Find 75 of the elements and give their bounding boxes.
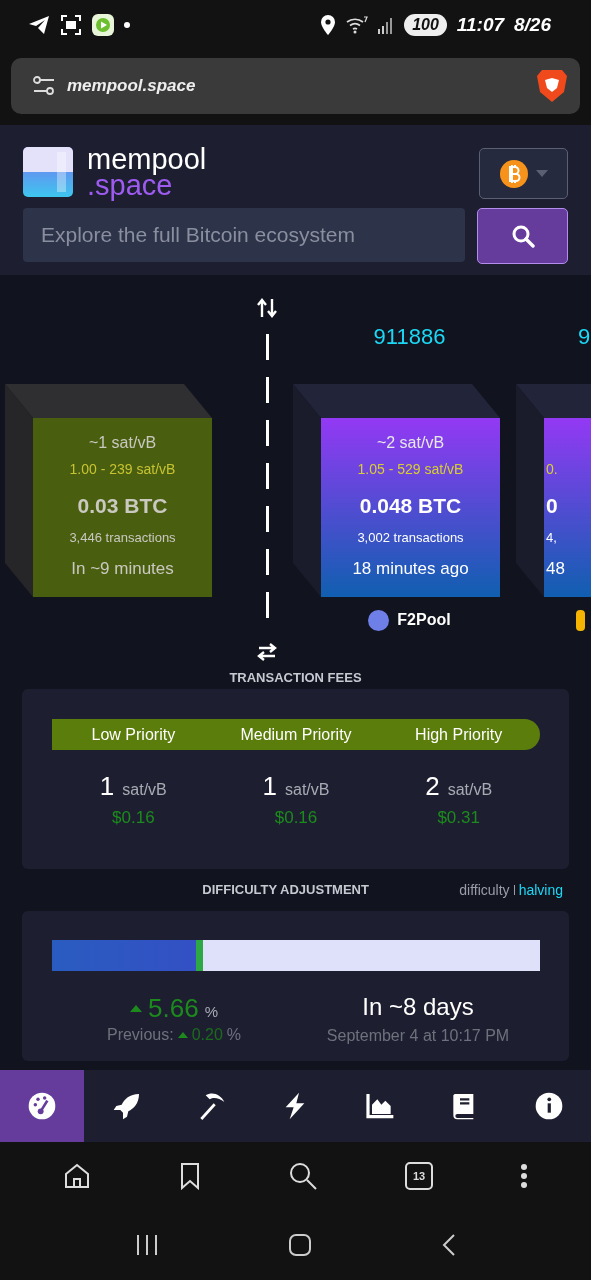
pool-name[interactable]: F2Pool <box>397 611 451 629</box>
recents-icon[interactable] <box>134 1233 159 1257</box>
adjustment-eta: In ~8 days <box>362 993 474 1021</box>
fee-rate: 2 <box>425 771 440 801</box>
fee-unit: sat/vB <box>122 781 167 798</box>
search-button[interactable] <box>477 208 568 264</box>
section-title: TRANSACTION FEES <box>228 670 363 687</box>
notification-dot <box>124 22 130 28</box>
fee-range: 1.05 - 529 sat/vB <box>357 461 464 479</box>
url-text: mempool.space <box>67 76 197 96</box>
priority-label: High Priority <box>414 725 504 744</box>
median-fee: ~1 sat/vB <box>88 434 157 453</box>
signal-icon <box>378 16 395 34</box>
block-time: 18 minutes ago <box>352 558 469 580</box>
block-face[interactable]: 0. 0 4, 48 <box>544 418 591 597</box>
block-amount: 0.03 BTC <box>77 493 168 519</box>
date: 8/26 <box>514 14 551 36</box>
block-face[interactable]: ~1 sat/vB 1.00 - 239 sat/vB 0.03 BTC 3,446 transactions In ~9 minutes <box>33 418 212 597</box>
play-app-icon <box>92 14 114 36</box>
fee-rate: 1 <box>99 771 115 801</box>
priority-label: Medium Priority <box>239 725 353 744</box>
fee-usd: $0.16 <box>274 808 318 828</box>
section-title: DIFFICULTY ADJUSTMENT <box>201 881 370 899</box>
search-icon[interactable] <box>288 1161 319 1191</box>
home-button-icon[interactable] <box>287 1233 312 1257</box>
difficulty-change: 5.66 <box>148 993 199 1024</box>
block-amount: 0.048 BTC <box>359 493 462 519</box>
back-icon[interactable] <box>440 1233 457 1257</box>
priority-label: Low Priority <box>90 725 177 744</box>
screenshot-icon <box>60 14 82 36</box>
block-face[interactable]: ~2 sat/vB 1.05 - 529 sat/vB 0.048 BTC 3,002 transactions 18 minutes ago <box>321 418 500 597</box>
block-time: In ~9 minutes <box>71 558 174 580</box>
block-height[interactable]: 9 <box>578 324 591 350</box>
fee-usd: $0.16 <box>112 808 155 828</box>
percent-sign: % <box>204 1003 218 1020</box>
sort-arrows-icon[interactable] <box>257 298 277 318</box>
caret-icon <box>535 170 548 177</box>
more-icon[interactable] <box>519 1163 528 1189</box>
fee-unit: sat/vB <box>285 781 330 798</box>
block-height[interactable]: 911886 <box>373 324 446 350</box>
address-bar[interactable]: mempool.space <box>11 58 580 114</box>
up-triangle-icon <box>177 1032 188 1038</box>
swap-arrows-icon[interactable] <box>257 642 277 662</box>
fee-unit: sat/vB <box>447 781 493 798</box>
transaction-count: 4, <box>546 529 557 547</box>
adjustment-date: September 4 at 10:17 PM <box>326 1027 510 1045</box>
tab-count-button[interactable]: 13 <box>405 1162 434 1190</box>
paper-plane-icon <box>28 15 50 35</box>
median-fee: ~2 sat/vB <box>376 434 445 453</box>
transaction-count: 3,446 transactions <box>69 529 176 547</box>
previous-change: 0.20 <box>191 1026 223 1044</box>
percent-sign: % <box>226 1026 242 1044</box>
toggle-link[interactable]: halving <box>518 882 563 898</box>
fee-range: 1.00 - 239 sat/vB <box>69 461 176 479</box>
transaction-count: 3,002 transactions <box>357 529 464 547</box>
battery-level: 100 <box>404 14 447 36</box>
clock: 11:07 <box>456 14 504 36</box>
up-triangle-icon <box>130 1005 142 1012</box>
site-settings-icon[interactable] <box>33 75 55 97</box>
location-icon <box>320 15 337 35</box>
search-icon <box>510 224 535 248</box>
wifi-icon <box>346 16 369 34</box>
network-dropdown[interactable] <box>479 148 568 199</box>
home-icon[interactable] <box>63 1162 92 1190</box>
fee-range: 0. <box>546 461 558 479</box>
fee-usd: $0.31 <box>437 808 480 828</box>
lion-shield-icon[interactable] <box>536 68 568 104</box>
previous-label: Previous: <box>106 1026 174 1044</box>
nav-tab[interactable] <box>0 1070 85 1142</box>
fee-rate: 1 <box>262 771 277 801</box>
toggle-link[interactable]: difficulty <box>459 882 510 898</box>
block-amount: 0 <box>546 493 558 519</box>
bitcoin-icon <box>499 159 528 188</box>
search-field[interactable]: Explore the full Bitcoin ecosystem <box>23 208 465 262</box>
block-time: 48 <box>546 558 565 580</box>
